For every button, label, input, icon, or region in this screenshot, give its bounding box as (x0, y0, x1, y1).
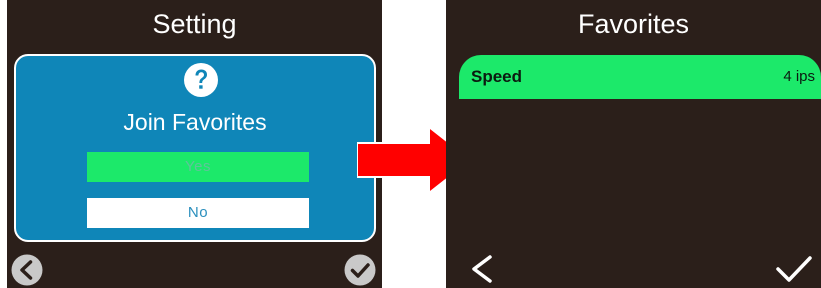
favorite-item-speed[interactable]: Speed 4 ips (459, 55, 821, 99)
question-icon (184, 63, 218, 97)
check-circle-icon[interactable] (344, 254, 376, 286)
favorite-value: 4 ips (783, 68, 815, 85)
yes-option[interactable]: Yes (87, 152, 309, 182)
no-option[interactable]: No (87, 198, 309, 228)
screen-title: Setting (152, 9, 237, 39)
join-favorites-dialog: Join Favorites Yes No (14, 54, 376, 242)
favorite-name: Speed (471, 67, 523, 86)
dialog-title: Join Favorites (123, 109, 267, 135)
setting-screen: Setting Join Favorites Yes No (7, 0, 382, 288)
chevron-left-icon[interactable] (468, 254, 496, 284)
favorites-screen: Favorites Speed 4 ips (446, 0, 821, 288)
check-icon[interactable] (775, 254, 813, 284)
back-circle-icon[interactable] (11, 254, 43, 286)
screen-title: Favorites (577, 9, 690, 39)
